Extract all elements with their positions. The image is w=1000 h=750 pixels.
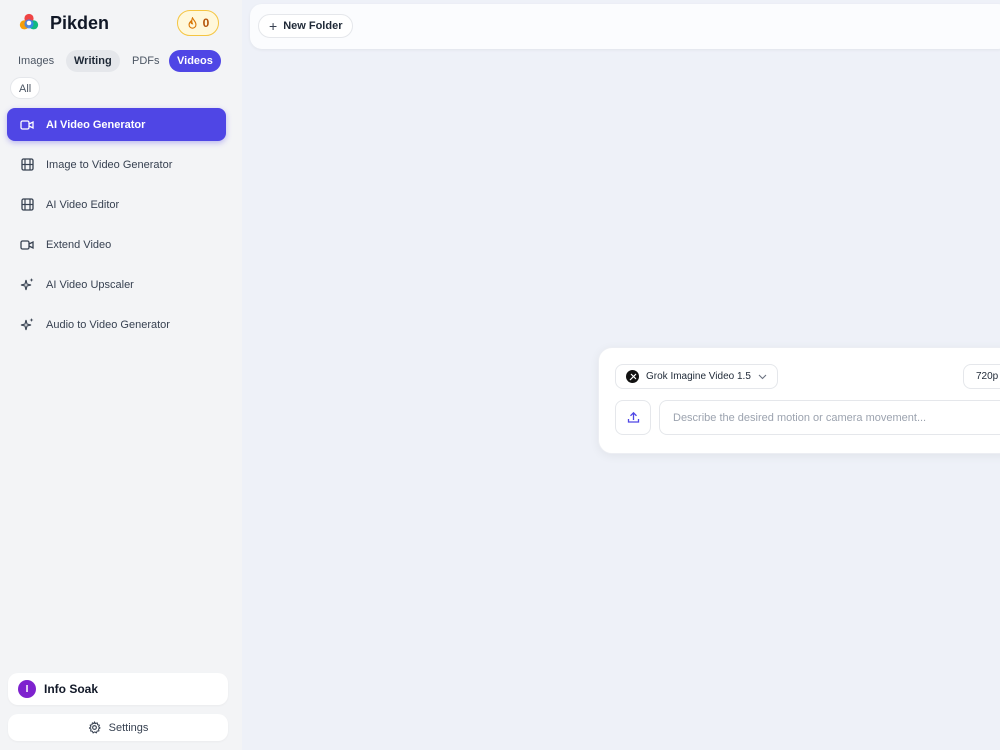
video-camera-icon	[19, 117, 35, 133]
pikden-logo-icon	[19, 13, 39, 30]
film-icon	[19, 197, 35, 213]
prompt-input[interactable]	[659, 400, 1000, 435]
avatar: I	[18, 680, 36, 698]
nav-label: Audio to Video Generator	[46, 318, 170, 331]
main-toolbar: + New Folder	[250, 4, 1000, 49]
nav-audio-to-video-generator[interactable]: Audio to Video Generator	[7, 308, 226, 341]
brand[interactable]: Pikden	[18, 12, 109, 34]
credits-badge[interactable]: 0	[177, 10, 219, 36]
gear-icon	[88, 721, 101, 734]
sparkles-icon	[19, 317, 35, 333]
settings-button[interactable]: Settings	[8, 714, 228, 741]
nav-image-to-video-generator[interactable]: Image to Video Generator	[7, 148, 226, 181]
nav-ai-video-generator[interactable]: AI Video Generator	[7, 108, 226, 141]
tab-pdfs[interactable]: PDFs	[124, 50, 168, 72]
flame-icon	[188, 17, 197, 29]
model-name: Grok Imagine Video 1.5	[646, 371, 751, 382]
grok-logo-icon	[626, 370, 639, 383]
nav-label: Image to Video Generator	[46, 158, 173, 171]
sparkles-icon	[19, 277, 35, 293]
generation-composer: Grok Imagine Video 1.5 720p	[598, 347, 1000, 454]
film-icon	[19, 157, 35, 173]
plus-icon: +	[269, 18, 278, 34]
upload-button[interactable]	[615, 400, 651, 435]
upload-icon	[627, 411, 639, 423]
nav-ai-video-upscaler[interactable]: AI Video Upscaler	[7, 268, 226, 301]
tab-videos[interactable]: Videos	[169, 50, 221, 72]
tab-all[interactable]: All	[10, 77, 41, 99]
nav-extend-video[interactable]: Extend Video	[7, 228, 226, 261]
video-camera-icon	[19, 237, 35, 253]
nav-label: Extend Video	[46, 238, 112, 251]
resolution-value: 720p	[976, 371, 999, 382]
user-profile[interactable]: I Info Soak	[8, 673, 228, 705]
nav-label: AI Video Generator	[46, 118, 146, 131]
nav-label: AI Video Editor	[46, 198, 120, 211]
tab-writing[interactable]: Writing	[66, 50, 120, 72]
model-select[interactable]: Grok Imagine Video 1.5	[615, 364, 778, 389]
resolution-select[interactable]: 720p	[963, 364, 1000, 389]
chevron-down-icon	[758, 374, 767, 379]
new-folder-label: New Folder	[283, 20, 343, 32]
nav-label: AI Video Upscaler	[46, 278, 134, 291]
new-folder-button[interactable]: + New Folder	[258, 14, 354, 38]
sidebar: Pikden 0 Images Writing PDFs Videos All …	[0, 0, 242, 750]
settings-label: Settings	[108, 721, 149, 734]
user-name: Info Soak	[44, 682, 99, 696]
tab-images[interactable]: Images	[10, 50, 62, 72]
nav-ai-video-editor[interactable]: AI Video Editor	[7, 188, 226, 221]
brand-name: Pikden	[50, 12, 110, 33]
credits-count: 0	[202, 16, 210, 30]
